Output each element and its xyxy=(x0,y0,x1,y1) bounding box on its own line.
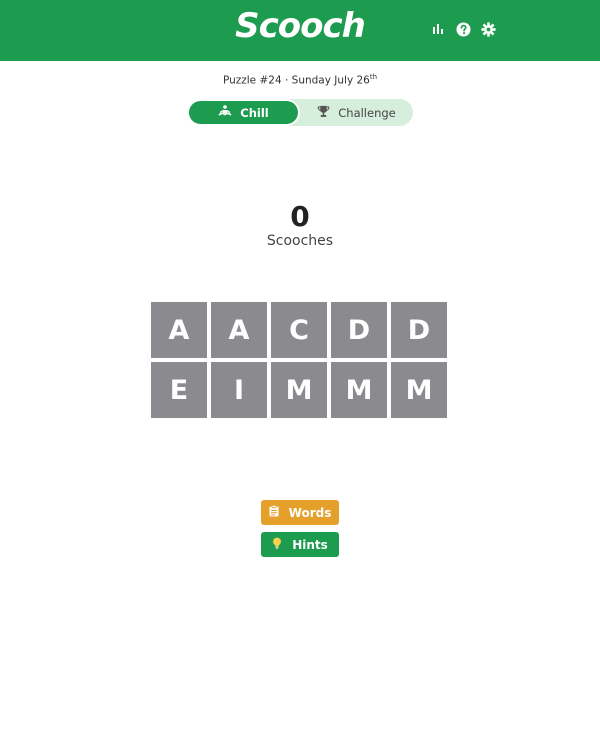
lightbulb-icon xyxy=(272,537,282,553)
top-icons xyxy=(430,21,496,37)
letter-tile[interactable]: I xyxy=(211,362,267,418)
letter-grid: A A C D D E I M M M xyxy=(151,302,449,418)
help-icon[interactable] xyxy=(455,21,471,37)
settings-icon[interactable] xyxy=(480,21,496,37)
chill-mode-label: Chill xyxy=(240,105,269,120)
letter-tile[interactable]: E xyxy=(151,362,207,418)
stats-icon[interactable] xyxy=(430,21,446,37)
meditation-icon xyxy=(218,105,232,120)
clipboard-icon xyxy=(269,504,279,520)
challenge-mode-button[interactable]: Challenge xyxy=(300,99,413,126)
letter-tile[interactable]: M xyxy=(271,362,327,418)
top-bar: Scooch xyxy=(0,0,600,61)
puzzle-info-text: Puzzle #24 · Sunday July 26 xyxy=(222,74,370,87)
date-ordinal-suffix: th xyxy=(369,73,378,81)
letter-tile[interactable]: M xyxy=(331,362,387,418)
app-logo: Scooch xyxy=(235,6,366,46)
letter-tile[interactable]: D xyxy=(391,302,447,358)
letter-tile[interactable]: A xyxy=(151,302,207,358)
trophy-icon xyxy=(317,105,330,121)
words-button-label: Words xyxy=(288,505,332,520)
mode-toggle: Chill Challenge xyxy=(187,99,413,126)
letter-tile[interactable]: M xyxy=(391,362,447,418)
score-label: Scooches xyxy=(266,233,334,249)
letter-tile[interactable]: C xyxy=(271,302,327,358)
hints-button-label: Hints xyxy=(292,537,328,552)
letter-tile[interactable]: A xyxy=(211,302,267,358)
words-button[interactable]: Words xyxy=(261,500,339,525)
challenge-mode-label: Challenge xyxy=(338,105,396,120)
chill-mode-button[interactable]: Chill xyxy=(187,99,300,126)
letter-tile[interactable]: D xyxy=(331,302,387,358)
puzzle-info: Puzzle #24 · Sunday July 26th xyxy=(0,73,600,87)
score-value: 0 xyxy=(290,200,310,233)
hints-button[interactable]: Hints xyxy=(261,532,339,557)
